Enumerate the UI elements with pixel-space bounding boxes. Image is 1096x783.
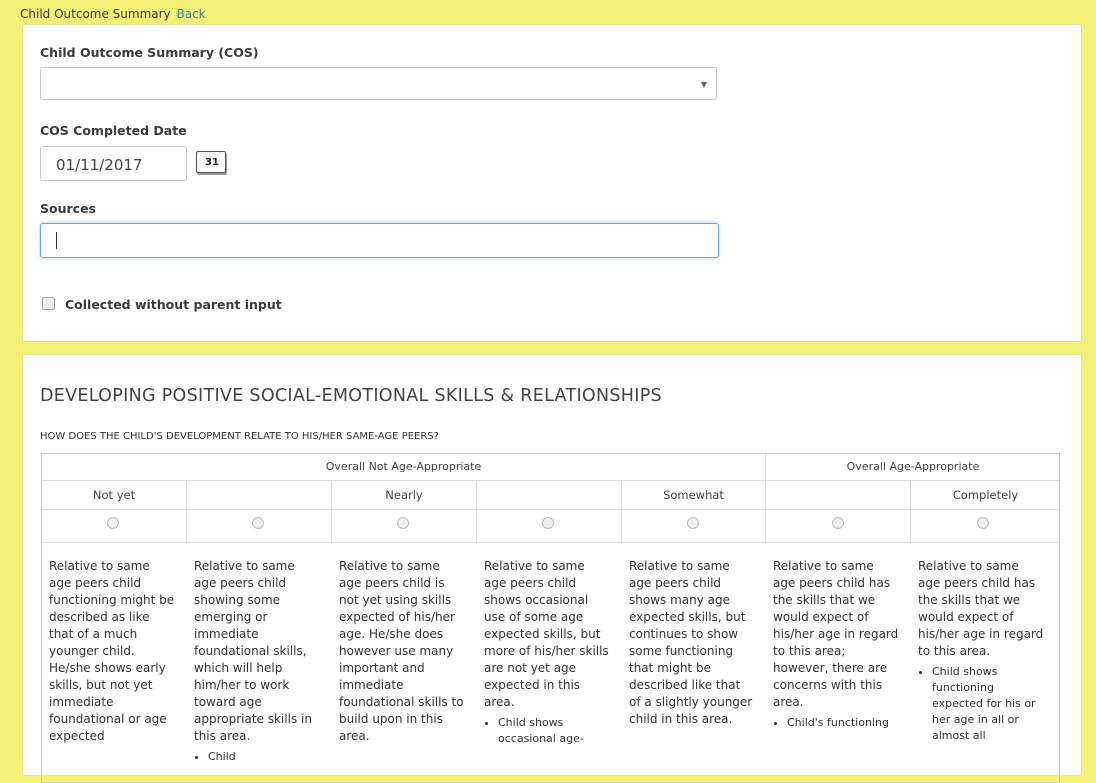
rating-label: Somewhat — [663, 488, 724, 502]
rating-radio-4[interactable] — [542, 517, 554, 529]
cos-form-panel: Child Outcome Summary (COS) ▼ COS Comple… — [22, 24, 1082, 342]
rating-label: Completely — [952, 488, 1019, 502]
group-age-appropriate: Overall Age-Appropriate — [846, 460, 980, 473]
rating-radio-7[interactable] — [977, 517, 989, 529]
rating-label — [477, 481, 621, 509]
page-header: Child Outcome Summary Back — [20, 7, 206, 21]
description-text: Relative to same age peers child has the… — [918, 559, 1044, 658]
rating-description-1: Relative to same age peers child functio… — [49, 558, 175, 745]
rating-label: Nearly — [385, 488, 423, 502]
cos-label: Child Outcome Summary (COS) — [40, 45, 259, 60]
parent-input-row: Collected without parent input — [42, 297, 282, 312]
description-text: Relative to same age peers child has the… — [773, 559, 899, 709]
section-title: DEVELOPING POSITIVE SOCIAL-EMOTIONAL SKI… — [40, 386, 662, 406]
calendar-day: 31 — [205, 157, 219, 168]
divider — [42, 509, 1059, 510]
calendar-icon[interactable]: 31 — [194, 149, 228, 175]
cos-select[interactable]: ▼ — [40, 67, 717, 100]
rating-radio-5[interactable] — [687, 517, 699, 529]
rating-description-3: Relative to same age peers child is not … — [339, 558, 465, 745]
rating-label — [187, 481, 331, 509]
group-not-age-appropriate: Overall Not Age-Appropriate — [325, 460, 482, 473]
rating-description-6: Relative to same age peers child has the… — [773, 558, 899, 731]
outcome-section-panel: DEVELOPING POSITIVE SOCIAL-EMOTIONAL SKI… — [22, 354, 1082, 783]
section-question: HOW DOES THE CHILD'S DEVELOPMENT RELATE … — [40, 431, 439, 442]
divider — [42, 542, 1059, 543]
description-text: Relative to same age peers child showing… — [194, 559, 312, 743]
description-bullet: Child shows occasional age- — [498, 715, 610, 747]
rating-description-2: Relative to same age peers child showing… — [194, 558, 320, 765]
rating-label — [766, 481, 910, 509]
sources-input[interactable] — [40, 223, 719, 258]
parent-input-checkbox[interactable] — [42, 297, 55, 310]
rating-radio-6[interactable] — [832, 517, 844, 529]
chevron-down-icon: ▼ — [700, 80, 707, 89]
back-link[interactable]: Back — [176, 7, 205, 21]
text-cursor — [56, 232, 57, 249]
description-bullet: Child — [208, 749, 320, 765]
rating-description-4: Relative to same age peers child shows o… — [484, 558, 610, 747]
date-label: COS Completed Date — [40, 123, 187, 138]
rating-description-7: Relative to same age peers child has the… — [918, 558, 1044, 744]
description-bullet: Child shows functioning expected for his… — [932, 664, 1044, 744]
rating-description-5: Relative to same age peers child shows m… — [629, 558, 755, 728]
description-text: Relative to same age peers child shows m… — [629, 559, 753, 726]
sources-label: Sources — [40, 201, 96, 216]
description-text: Relative to same age peers child functio… — [49, 559, 175, 743]
rating-radio-2[interactable] — [252, 517, 264, 529]
rating-radio-1[interactable] — [107, 517, 119, 529]
page-title: Child Outcome Summary — [20, 7, 171, 21]
rating-grid: Overall Not Age-Appropriate Overall Age-… — [41, 453, 1060, 783]
rating-label: Not yet — [92, 488, 136, 502]
parent-input-label: Collected without parent input — [65, 297, 282, 312]
description-text: Relative to same age peers child is not … — [339, 559, 464, 743]
description-bullet: Child's functioning — [787, 715, 899, 731]
rating-radio-3[interactable] — [397, 517, 409, 529]
description-text: Relative to same age peers child shows o… — [484, 559, 609, 709]
date-input[interactable]: 01/11/2017 — [40, 146, 187, 181]
